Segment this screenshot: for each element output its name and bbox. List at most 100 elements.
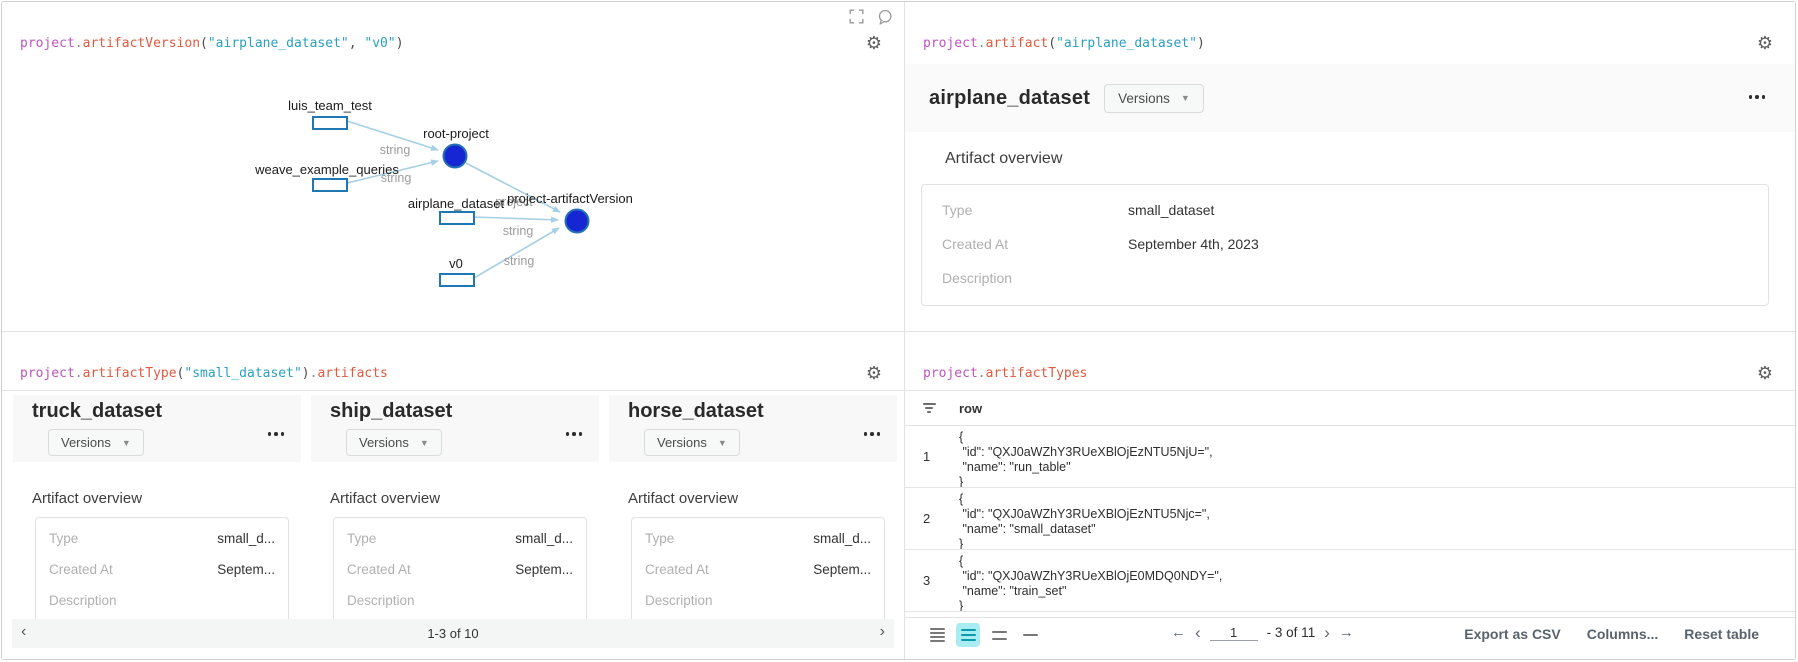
first-page-arrow[interactable]: ← <box>1171 624 1186 641</box>
field-row: Description <box>922 261 1768 295</box>
density-tall-icon[interactable] <box>987 623 1011 647</box>
panel-artifact-type: project.artifactType("small_dataset").ar… <box>2 332 904 660</box>
field-label: Description <box>347 593 433 608</box>
table-row[interactable]: 2 { "id": "QXJ0aWZhY3RUeXBlOjEzNTU5Njc="… <box>905 488 1795 550</box>
expression-code[interactable]: project.artifactType("small_dataset").ar… <box>20 366 388 381</box>
artifact-card-header: truck_dataset Versions ▼ <box>13 395 301 462</box>
row-index: 1 <box>923 449 930 464</box>
reset-table-button[interactable]: Reset table <box>1684 626 1759 642</box>
field-value: Septem... <box>731 562 871 577</box>
overflow-menu-icon[interactable] <box>268 432 285 436</box>
artifact-header: airplane_dataset Versions ▼ <box>905 64 1795 132</box>
row-json: { "id": "QXJ0aWZhY3RUeXBlOjEzNTU5Njc=", … <box>959 492 1210 550</box>
overview-heading: Artifact overview <box>945 150 1062 168</box>
comment-icon[interactable] <box>877 9 893 25</box>
graph-node-labels: luis_team_test weave_example_queries roo… <box>254 98 633 271</box>
field-label: Description <box>49 593 135 608</box>
field-label: Description <box>645 593 731 608</box>
field-label: Created At <box>942 236 1128 252</box>
field-row: Type small_dataset <box>922 193 1768 227</box>
next-page-chevron[interactable]: › <box>880 623 885 641</box>
page-input[interactable] <box>1210 625 1258 641</box>
artifact-title: horse_dataset <box>628 400 764 423</box>
field-value: small_dataset <box>1128 202 1214 218</box>
expression-bar: project.artifactType("small_dataset").ar… <box>2 332 904 391</box>
chevron-down-icon: ▼ <box>1181 93 1190 103</box>
artifact-card-header: ship_dataset Versions ▼ <box>311 395 599 462</box>
table-header: row <box>905 392 1795 426</box>
svg-text:v0: v0 <box>449 256 463 271</box>
expression-code[interactable]: project.artifactVersion("airplane_datase… <box>20 36 404 51</box>
next-page-chevron[interactable]: › <box>1324 625 1330 640</box>
overflow-menu-icon[interactable] <box>864 432 881 436</box>
density-medium-icon[interactable] <box>956 623 980 647</box>
svg-text:string: string <box>380 143 411 157</box>
overview-box: Type small_dataset Created At September … <box>921 184 1769 306</box>
versions-label: Versions <box>359 435 409 450</box>
overflow-menu-icon[interactable] <box>566 432 583 436</box>
table-footer: ← ‹ - 3 of 11 › → Export as CSV Columns.… <box>905 617 1795 651</box>
expression-code[interactable]: project.artifact("airplane_dataset") <box>923 36 1205 51</box>
overview-heading: Artifact overview <box>628 490 897 507</box>
table-row[interactable]: 1 { "id": "QXJ0aWZhY3RUeXBlOjEzNTU5NjU="… <box>905 426 1795 488</box>
svg-text:root-project: root-project <box>423 126 489 141</box>
overflow-menu-icon[interactable] <box>1749 95 1766 99</box>
expression-bar: project.artifactTypes ⚙ <box>905 332 1795 391</box>
artifact-title: truck_dataset <box>32 400 162 423</box>
svg-text:string: string <box>503 224 534 238</box>
expression-bar: project.artifactVersion("airplane_datase… <box>2 2 904 60</box>
artifact-card: truck_dataset Versions ▼ Artifact overvi… <box>13 395 301 648</box>
overview-heading: Artifact overview <box>32 490 301 507</box>
columns-button[interactable]: Columns... <box>1587 626 1659 642</box>
row-json: { "id": "QXJ0aWZhY3RUeXBlOjE0MDQ0NDY=", … <box>959 554 1222 612</box>
expression-code[interactable]: project.artifactTypes <box>923 366 1087 381</box>
svg-text:project-artifactVersion: project-artifactVersion <box>507 191 633 206</box>
expression-bar: project.artifact("airplane_dataset") ⚙ <box>905 2 1795 60</box>
panel-artifact: project.artifact("airplane_dataset") ⚙ a… <box>905 2 1795 331</box>
svg-text:luis_team_test: luis_team_test <box>288 98 372 113</box>
artifact-card-header: horse_dataset Versions ▼ <box>609 395 897 462</box>
export-csv-button[interactable]: Export as CSV <box>1464 626 1560 642</box>
field-value: September 4th, 2023 <box>1128 236 1259 252</box>
field-value: small_d... <box>731 531 871 546</box>
table-row[interactable]: 3 { "id": "QXJ0aWZhY3RUeXBlOjE0MDQ0NDY="… <box>905 550 1795 612</box>
weave-dashboard: string string project string string luis… <box>1 1 1796 660</box>
prev-page-chevron[interactable]: ‹ <box>21 623 26 641</box>
row-json: { "id": "QXJ0aWZhY3RUeXBlOjEzNTU5NjU=", … <box>959 430 1213 488</box>
artifact-title: airplane_dataset <box>929 87 1090 110</box>
field-value: small_d... <box>135 531 275 546</box>
versions-dropdown[interactable]: Versions ▼ <box>48 429 144 456</box>
panel-hover-actions <box>849 9 893 25</box>
last-page-arrow[interactable]: → <box>1339 624 1354 641</box>
field-label: Created At <box>645 562 731 577</box>
chevron-down-icon: ▼ <box>122 438 131 448</box>
prev-page-chevron[interactable]: ‹ <box>1195 625 1201 640</box>
gear-icon[interactable]: ⚙ <box>866 34 882 52</box>
svg-text:airplane_dataset: airplane_dataset <box>408 196 505 211</box>
gear-icon[interactable]: ⚙ <box>866 364 882 382</box>
versions-dropdown[interactable]: Versions ▼ <box>644 429 740 456</box>
svg-text:weave_example_queries: weave_example_queries <box>254 162 399 177</box>
field-row: Created At September 4th, 2023 <box>922 227 1768 261</box>
page-range-label: - 3 of 11 <box>1267 625 1316 640</box>
artifact-card: ship_dataset Versions ▼ Artifact overvie… <box>311 395 599 648</box>
gear-icon[interactable]: ⚙ <box>1757 34 1773 52</box>
panel-artifact-types: project.artifactTypes ⚙ row 1 { "id": "Q… <box>905 332 1795 660</box>
gear-icon[interactable]: ⚙ <box>1757 364 1773 382</box>
versions-dropdown[interactable]: Versions ▼ <box>1104 84 1204 113</box>
field-value: small_d... <box>433 531 573 546</box>
chevron-down-icon: ▼ <box>718 438 727 448</box>
cards-pagination-bar: ‹ 1-3 of 10 › <box>12 619 894 648</box>
versions-dropdown[interactable]: Versions ▼ <box>346 429 442 456</box>
table-body: 1 { "id": "QXJ0aWZhY3RUeXBlOjEzNTU5NjU="… <box>905 426 1795 612</box>
fullscreen-icon[interactable] <box>849 9 864 24</box>
field-label: Created At <box>347 562 433 577</box>
filter-icon[interactable] <box>922 403 936 415</box>
page-range-label: 1-3 of 10 <box>427 626 478 641</box>
artifact-card-list: truck_dataset Versions ▼ Artifact overvi… <box>13 395 901 648</box>
density-single-icon[interactable] <box>1018 623 1042 647</box>
column-header-row[interactable]: row <box>959 401 982 416</box>
table-pagination: ← ‹ - 3 of 11 › → <box>1171 624 1354 641</box>
density-compact-icon[interactable] <box>925 623 949 647</box>
versions-label: Versions <box>657 435 707 450</box>
